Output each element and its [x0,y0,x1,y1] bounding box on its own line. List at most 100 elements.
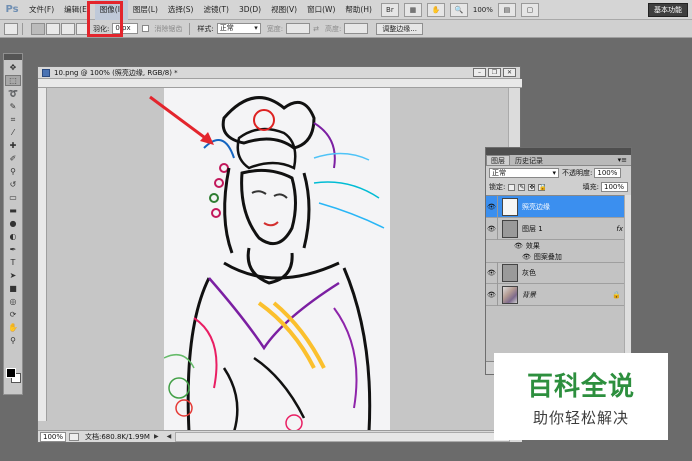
screen-mode-icon[interactable]: ▢ [520,2,539,17]
canvas-area[interactable] [47,88,510,432]
antialias-checkbox[interactable] [142,25,150,32]
mini-bridge-icon[interactable]: ▦ [403,2,422,17]
effect-item-row[interactable]: 👁 图案叠加 [486,251,631,262]
foreground-color-swatch[interactable] [6,368,16,378]
gradient-icon[interactable]: ▬ [5,205,21,216]
healing-brush-icon[interactable]: ✚ [5,140,21,151]
layer-row[interactable]: 👁 照亮边缘 [486,195,631,218]
tools-panel-header[interactable] [4,54,22,60]
layer-row[interactable]: 👁 灰色 [486,262,631,284]
horizontal-scrollbar[interactable] [175,431,510,442]
panel-header[interactable] [486,148,631,155]
tab-layers[interactable]: 图层 [486,155,510,165]
layer-name: 照亮边缘 [522,202,550,211]
eye-icon[interactable]: 👁 [486,195,498,218]
panel-menu-icon[interactable]: ▾≡ [618,155,627,165]
eye-icon[interactable]: 👁 [514,242,523,250]
glowing-edges-artwork [164,88,390,432]
move-tool-icon[interactable]: ✥ [5,62,21,73]
canvas-image[interactable] [164,88,390,432]
hand-tool-icon[interactable]: ✋ [426,2,445,17]
bridge-icon[interactable]: Br [380,2,399,17]
feather-input[interactable]: 0 px [112,23,139,34]
menu-help[interactable]: 帮助(H) [340,0,377,20]
style-select[interactable]: 正常 ▾ [216,23,261,34]
lock-pixels-icon[interactable]: ✎ [518,183,526,191]
hand-icon[interactable]: ✋ [5,322,21,333]
crop-icon[interactable]: ⌗ [5,114,21,125]
effects-row[interactable]: 👁 效果 [486,240,631,251]
fill-input[interactable]: 100% [601,182,628,192]
intersect-selection-icon[interactable] [76,22,90,35]
lasso-icon[interactable]: ➰ [5,88,21,99]
width-input[interactable] [286,23,311,34]
menu-image[interactable]: 图像(I) [94,0,128,20]
brush-icon[interactable]: ✐ [5,153,21,164]
zoom-icon[interactable]: ⚲ [5,335,21,346]
eye-icon[interactable]: 👁 [486,283,498,306]
eyedropper-icon[interactable]: ⁄ [5,127,21,138]
arrange-icon[interactable]: ▤ [497,2,516,17]
menu-edit[interactable]: 编辑(E) [59,0,95,20]
add-selection-icon[interactable] [46,22,60,35]
menu-layer[interactable]: 图层(L) [128,0,163,20]
blend-mode-select[interactable]: 正常 ▾ [489,168,559,178]
zoom-level[interactable]: 100% [473,6,493,14]
blur-icon[interactable]: ● [5,218,21,229]
path-selection-icon[interactable]: ➤ [5,270,21,281]
status-menu-arrow-icon[interactable]: ▶ [154,433,159,440]
shape-icon[interactable]: ■ [5,283,21,294]
document-titlebar[interactable]: 10.png @ 100% (照亮边缘, RGB/8) * – ❐ ✕ [38,67,520,79]
tab-history[interactable]: 历史记录 [510,155,548,165]
zoom-tool-icon[interactable]: 🔍 [449,2,468,17]
history-brush-icon[interactable]: ↺ [5,179,21,190]
restore-icon[interactable]: ❐ [488,68,501,77]
lock-all-icon[interactable]: 🔒 [538,183,547,191]
eye-icon[interactable]: 👁 [486,217,498,240]
pen-icon[interactable]: ✒ [5,244,21,255]
layers-scrollbar[interactable] [624,195,631,362]
quick-selection-icon[interactable]: ✎ [5,101,21,112]
menu-select[interactable]: 选择(S) [163,0,199,20]
new-selection-icon[interactable] [31,22,45,35]
3d-rotate-icon[interactable]: ◎ [5,296,21,307]
opacity-label: 不透明度: [562,169,593,177]
photoshop-logo: Ps [5,4,19,15]
workspace-button[interactable]: 基本功能 [648,3,688,17]
height-input[interactable] [344,23,369,34]
blend-mode-value: 正常 [492,169,506,177]
subtract-selection-icon[interactable] [61,22,75,35]
lock-transparency-icon[interactable] [508,183,516,191]
clone-stamp-icon[interactable]: ⚲ [5,166,21,177]
menu-3d[interactable]: 3D(D) [234,0,266,20]
minimize-icon[interactable]: – [473,68,486,77]
eraser-icon[interactable]: ▭ [5,192,21,203]
eye-icon[interactable]: 👁 [486,262,498,284]
3d-orbit-icon[interactable]: ⟳ [5,309,21,320]
swap-icon[interactable]: ⇄ [313,25,319,33]
status-preview-icon[interactable] [69,432,79,441]
menu-window[interactable]: 窗口(W) [302,0,340,20]
layer-row[interactable]: 👁 背景 🔒 [486,283,631,306]
fx-icon[interactable]: fx [616,225,623,233]
type-icon[interactable]: T [5,257,21,268]
layer-row[interactable]: 👁 图层 1 fx [486,217,631,240]
layers-panel: 图层 历史记录 ▾≡ 正常 ▾ 不透明度: 100% 锁定: ✎ ✥ 🔒 填充:… [485,147,632,375]
status-zoom-field[interactable]: 100% [40,431,66,442]
menu-filter[interactable]: 滤镜(T) [199,0,234,20]
close-icon[interactable]: ✕ [503,68,516,77]
scroll-left-icon[interactable]: ◀ [167,433,172,440]
dodge-icon[interactable]: ◐ [5,231,21,242]
menu-file[interactable]: 文件(F) [24,0,59,20]
eye-icon[interactable]: 👁 [522,253,531,261]
marquee-preset-icon[interactable] [4,22,18,35]
layer-thumbnail [502,285,518,304]
rectangular-marquee-icon[interactable]: ⬚ [5,75,21,86]
divider [22,22,23,35]
menu-view[interactable]: 视图(V) [266,0,302,20]
lock-position-icon[interactable]: ✥ [528,183,536,191]
refine-edge-button[interactable]: 调整边缘... [376,22,423,35]
document-icon [42,68,50,77]
layer-thumbnail [502,219,518,238]
opacity-input[interactable]: 100% [594,168,622,178]
